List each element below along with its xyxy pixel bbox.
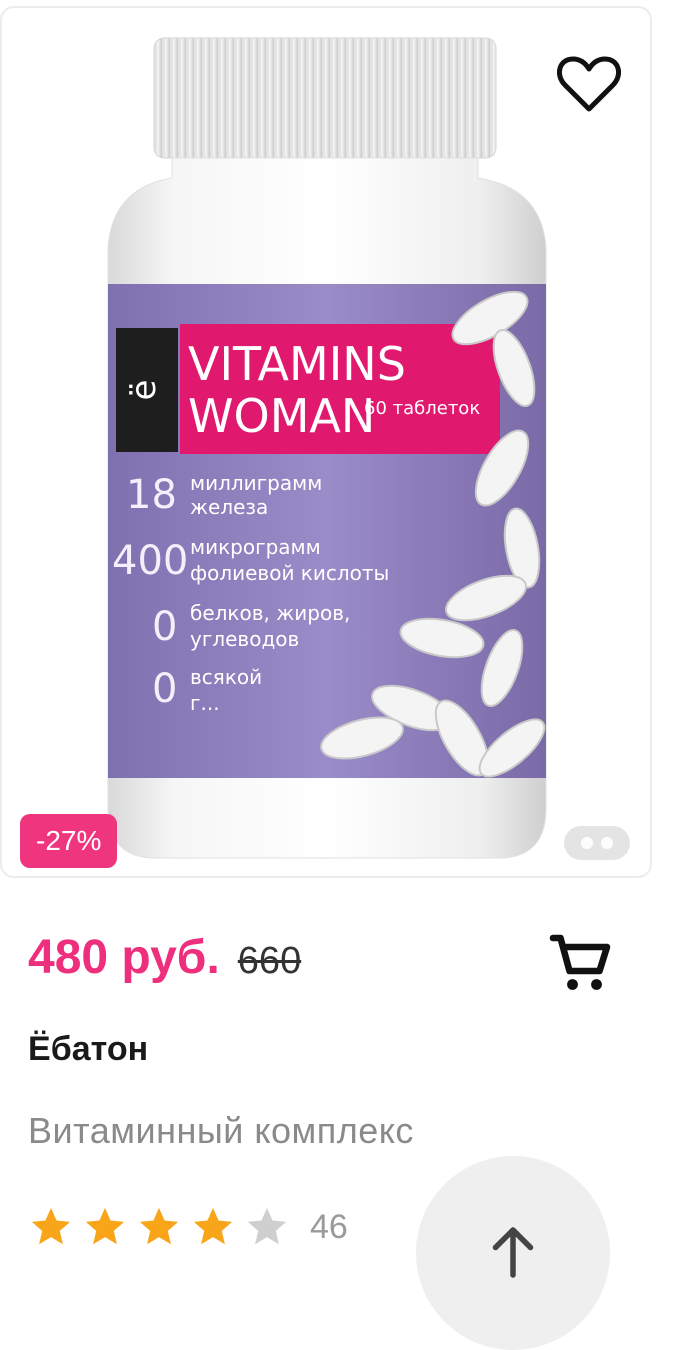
star-icon: [247, 1207, 287, 1245]
heart-outline-icon: [557, 56, 621, 112]
image-pager[interactable]: [564, 826, 630, 860]
label-fact-number: 18: [126, 472, 177, 518]
add-to-cart-button[interactable]: [540, 922, 620, 1002]
label-fact-text: всякой: [190, 665, 262, 689]
current-price: 480 руб.: [28, 931, 220, 984]
favorite-button[interactable]: [554, 52, 624, 116]
product-image[interactable]: ё VITAMINS WOMAN 60 таблеток 18 миллигра…: [2, 8, 652, 878]
product-card[interactable]: ё VITAMINS WOMAN 60 таблеток 18 миллигра…: [0, 6, 652, 878]
label-fact-number: 400: [112, 538, 188, 584]
label-count: 60 таблеток: [364, 398, 480, 419]
label-title-line1: VITAMINS: [188, 337, 406, 391]
old-price: 660: [237, 940, 302, 982]
star-icon: [193, 1207, 233, 1245]
label-fact-text: миллиграмм: [190, 471, 322, 495]
star-icon: [85, 1207, 125, 1245]
star-icon: [31, 1207, 71, 1245]
arrow-up-icon: [492, 1227, 534, 1278]
label-title-line2: WOMAN: [188, 389, 375, 443]
cart-icon: [549, 934, 611, 990]
reviews-count[interactable]: 46: [310, 1208, 348, 1247]
star-icon: [139, 1207, 179, 1245]
pager-dot[interactable]: [581, 837, 593, 849]
label-fact-text: микрограмм: [190, 535, 321, 559]
label-fact-text: фолиевой кислоты: [190, 561, 389, 585]
label-fact-number: 0: [152, 604, 177, 650]
price-row: 480 руб. 660: [28, 930, 301, 985]
scroll-to-top-button[interactable]: [416, 1156, 610, 1350]
product-description: Витаминный комплекс: [28, 1110, 414, 1151]
label-fact-text: белков, жиров,: [190, 601, 350, 625]
label-brand-letter: ё: [124, 380, 164, 401]
label-fact-text: г...: [190, 691, 220, 715]
label-fact-text: железа: [190, 495, 268, 519]
pager-dot[interactable]: [601, 837, 613, 849]
product-brand[interactable]: Ёбатон: [28, 1030, 148, 1069]
discount-badge: -27%: [20, 814, 118, 868]
label-fact-number: 0: [152, 666, 177, 712]
label-fact-text: углеводов: [190, 627, 299, 651]
rating: 46: [28, 1204, 348, 1250]
